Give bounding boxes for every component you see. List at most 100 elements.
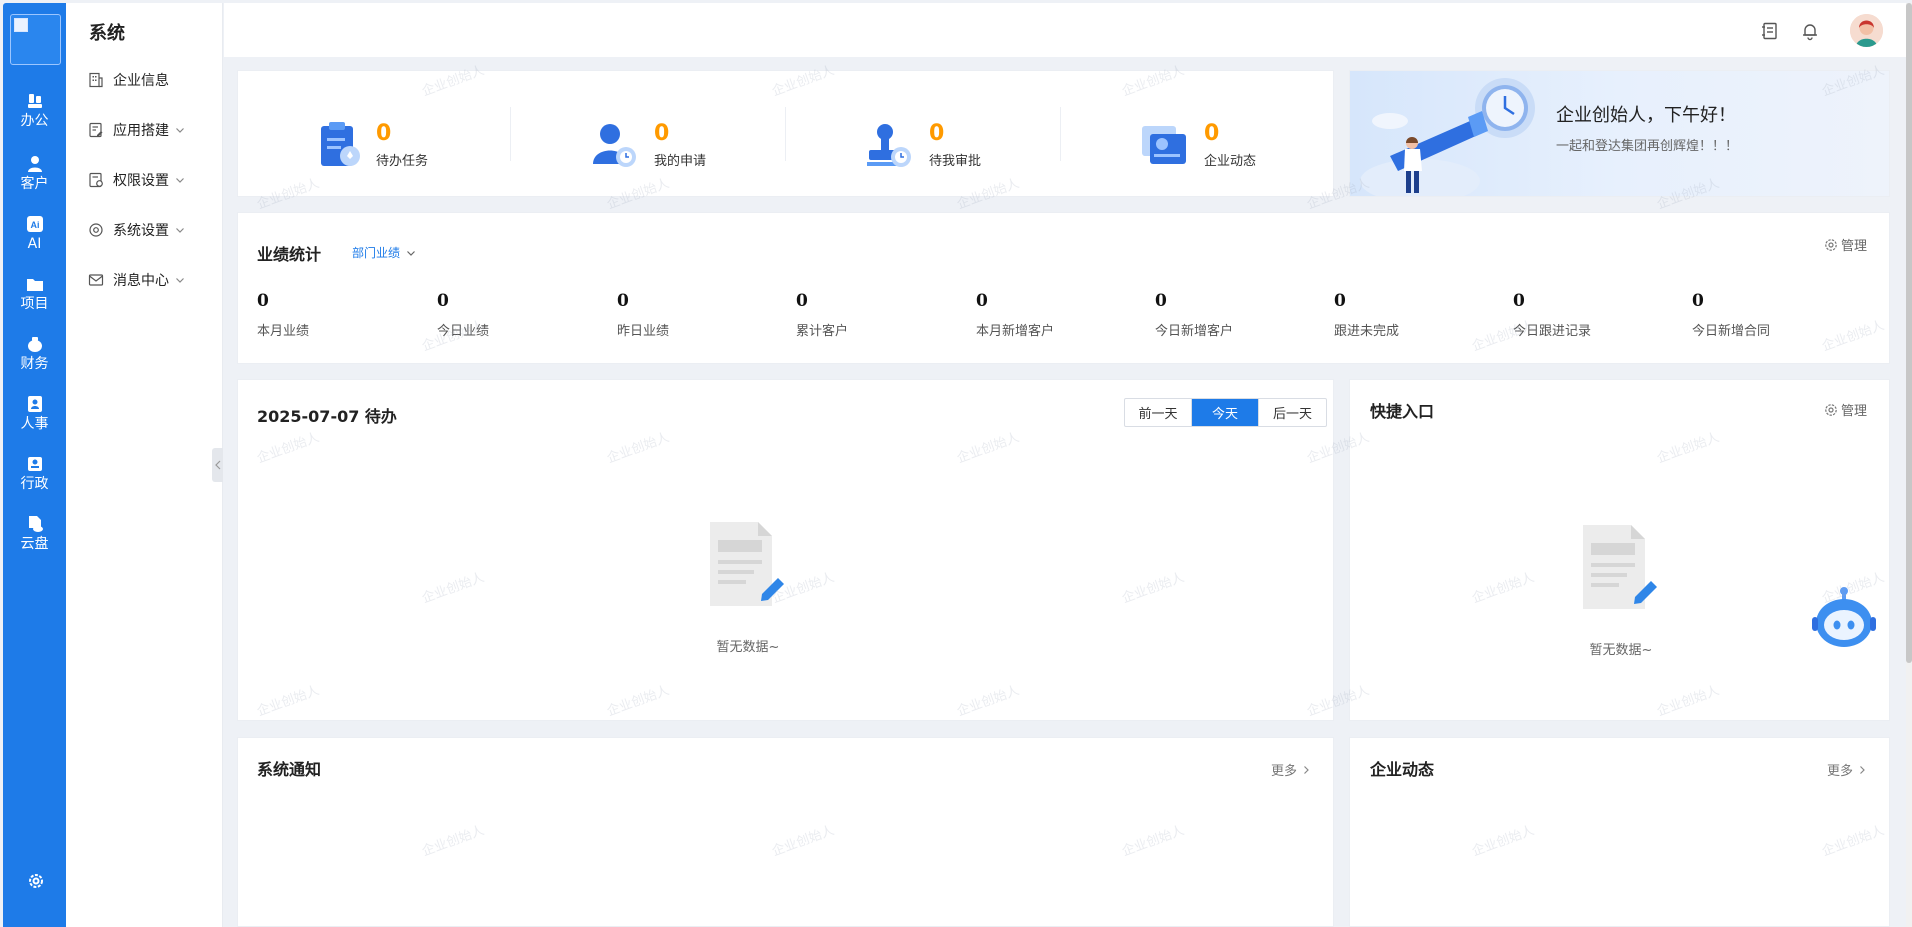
perf-today-followups: 0 今日跟进记录 [1513, 291, 1591, 339]
prev-day-button[interactable]: 前一天 [1125, 399, 1192, 426]
perf-label: 跟进未完成 [1334, 324, 1400, 339]
perf-today-new-contracts: 0 今日新增合同 [1692, 291, 1770, 339]
perf-label: 今日业绩 [437, 324, 490, 339]
person-badge-icon [27, 396, 42, 412]
divider [510, 107, 511, 161]
stat-my-applications[interactable]: 0 我的申请 [590, 115, 706, 175]
stats-card: 0 待办任务 0 我的申请 0 待我审批 0 企业动态 [237, 70, 1334, 197]
permission-icon [89, 172, 103, 188]
broken-image-icon [14, 18, 28, 32]
todo-title: 2025-07-07 待办 [257, 407, 397, 426]
rail-item-cloud[interactable]: 云盘 [3, 513, 66, 569]
notebook-icon[interactable] [1760, 21, 1780, 41]
svg-text:Ai: Ai [30, 220, 39, 230]
page-scrollbar[interactable] [1906, 3, 1912, 927]
banner-title: 企业创始人，下午好！ [1556, 105, 1736, 126]
sidebar-item-app-build[interactable]: 应用搭建 [88, 119, 185, 141]
perf-value: 0 [617, 291, 629, 311]
office-icon [27, 94, 42, 108]
empty-document-icon [1583, 525, 1657, 609]
rail-item-project[interactable]: 项目 [3, 273, 66, 329]
perf-month-new-customers: 0 本月新增客户 [976, 291, 1054, 339]
sidebar-item-permission[interactable]: 权限设置 [88, 169, 185, 191]
rail-label: 行政 [20, 476, 49, 492]
more-label: 更多 [1271, 764, 1298, 779]
company-news-more-link[interactable]: 更多 [1827, 760, 1867, 779]
ai-icon: Ai [26, 216, 43, 232]
perf-label: 本月业绩 [257, 324, 310, 339]
quick-empty-state: 暂无数据~ [1581, 523, 1661, 658]
sidebar-item-label: 权限设置 [113, 173, 169, 189]
perf-value: 0 [1513, 291, 1525, 311]
mail-icon [88, 274, 104, 286]
perf-value: 0 [437, 291, 449, 311]
money-bag-icon [27, 337, 42, 352]
stamp-clock-icon [867, 124, 911, 167]
avatar-image [1850, 14, 1883, 47]
scrollbar-thumb[interactable] [1906, 3, 1912, 663]
bell-icon[interactable] [1800, 21, 1820, 41]
perf-value: 0 [257, 291, 269, 311]
next-day-button[interactable]: 后一天 [1259, 399, 1326, 426]
stat-todo-tasks[interactable]: 0 待办任务 [318, 115, 428, 175]
gear-icon [1825, 403, 1837, 416]
perf-label: 今日跟进记录 [1513, 324, 1592, 339]
perf-value: 0 [1692, 291, 1704, 311]
department-filter-dropdown[interactable]: 部门业绩 [352, 244, 416, 261]
quick-entry-card: 快捷入口 管理 暂无数据~ [1349, 379, 1890, 721]
chevron-down-icon [176, 278, 184, 283]
perf-today-new-customers: 0 今日新增客户 [1155, 291, 1233, 339]
perf-value: 0 [796, 291, 808, 311]
chevron-down-icon [176, 178, 184, 183]
system-notice-more-link[interactable]: 更多 [1271, 760, 1311, 779]
company-news-title: 企业动态 [1370, 760, 1435, 779]
sidebar-collapse-handle[interactable] [212, 448, 223, 482]
gear-icon[interactable] [27, 872, 45, 890]
stat-pending-approval[interactable]: 0 待我审批 [865, 115, 981, 175]
greeting-banner: 企业创始人，下午好！ 一起和登达集团再创辉煌！！！ [1349, 70, 1890, 197]
company-logo[interactable] [10, 14, 61, 65]
telescope-illustration [1360, 78, 1535, 196]
perf-yesterday-performance: 0 昨日业绩 [617, 291, 669, 339]
system-notice-title: 系统通知 [257, 760, 322, 779]
divider [785, 107, 786, 161]
perf-total-customers: 0 累计客户 [796, 291, 848, 339]
ai-assistant-robot-icon[interactable] [1810, 583, 1878, 649]
customer-icon [27, 156, 42, 172]
performance-manage-button[interactable]: 管理 [1824, 235, 1867, 254]
top-bar [224, 3, 1906, 57]
stat-label: 我的申请 [654, 153, 707, 169]
cloud-file-icon [28, 516, 43, 532]
clipboard-icon [321, 122, 360, 166]
stat-company-news[interactable]: 0 企业动态 [1140, 115, 1256, 175]
rail-item-admin[interactable]: 行政 [3, 453, 66, 509]
chevron-left-icon [214, 460, 220, 470]
rail-item-customer[interactable]: 客户 [3, 153, 66, 209]
rail-item-office[interactable]: 办公 [3, 90, 66, 146]
quick-manage-button[interactable]: 管理 [1824, 400, 1867, 419]
empty-label: 暂无数据~ [716, 640, 780, 655]
divider [1060, 107, 1061, 161]
building-icon [89, 72, 103, 88]
performance-title: 业绩统计 [257, 245, 322, 264]
empty-document-icon [710, 522, 784, 606]
rail-label: 办公 [20, 113, 49, 129]
chevron-right-icon [1304, 765, 1309, 774]
app-build-icon [89, 122, 103, 138]
avatar[interactable] [1850, 14, 1883, 47]
rail-label: 财务 [20, 356, 49, 372]
rail-item-finance[interactable]: 财务 [3, 333, 66, 389]
manage-label: 管理 [1841, 239, 1868, 254]
stat-label: 待办任务 [376, 153, 429, 169]
sidebar-item-message-center[interactable]: 消息中心 [88, 269, 185, 291]
sidebar-item-system-settings[interactable]: 系统设置 [88, 219, 185, 241]
settings-icon [89, 223, 103, 237]
system-notice-card: 系统通知 更多 [237, 737, 1334, 927]
perf-label: 昨日业绩 [617, 324, 670, 339]
perf-followup-incomplete: 0 跟进未完成 [1334, 291, 1399, 339]
rail-item-hr[interactable]: 人事 [3, 393, 66, 449]
admin-icon [27, 457, 42, 471]
today-button[interactable]: 今天 [1192, 399, 1259, 426]
sidebar-item-company-info[interactable]: 企业信息 [88, 69, 169, 91]
rail-item-ai[interactable]: Ai AI [3, 213, 66, 269]
